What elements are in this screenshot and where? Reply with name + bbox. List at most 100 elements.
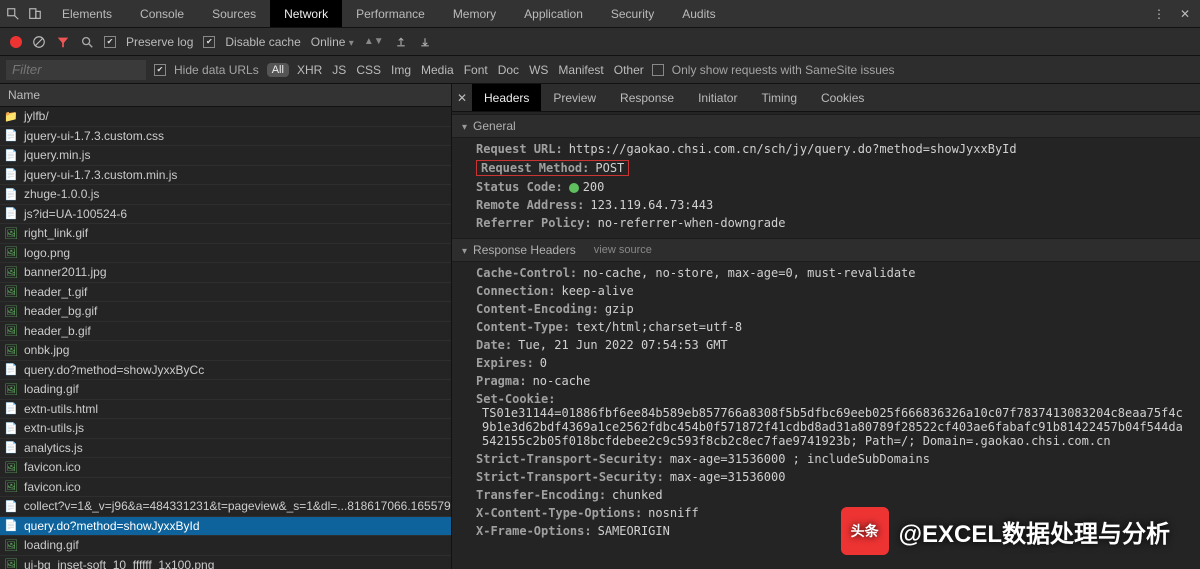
online-select[interactable]: Online ▾: [311, 35, 354, 49]
filter-type-font[interactable]: Font: [464, 63, 488, 77]
request-row[interactable]: 📄analytics.js: [0, 439, 451, 459]
file-type-icon: 🖼: [4, 246, 18, 260]
request-row[interactable]: 🖼logo.png: [0, 244, 451, 264]
request-row[interactable]: 🖼ui-bg_inset-soft_10_ffffff_1x100.png: [0, 556, 451, 569]
response-headers-header[interactable]: Response Headersview source: [452, 238, 1200, 262]
filter-type-ws[interactable]: WS: [529, 63, 548, 77]
request-name: onbk.jpg: [24, 343, 69, 357]
panel-tab-performance[interactable]: Performance: [342, 0, 439, 27]
header-value: chunked: [612, 488, 663, 502]
header-value: 0: [540, 356, 547, 370]
file-type-icon: 🖼: [4, 343, 18, 357]
file-type-icon: 🖼: [4, 480, 18, 494]
device-toggle-icon[interactable]: [28, 7, 42, 21]
panel-tab-memory[interactable]: Memory: [439, 0, 510, 27]
header-value: text/html;charset=utf-8: [576, 320, 742, 334]
panel-tab-audits[interactable]: Audits: [668, 0, 729, 27]
request-row[interactable]: 🖼header_b.gif: [0, 322, 451, 342]
detail-tab-initiator[interactable]: Initiator: [686, 84, 749, 111]
file-type-icon: 📄: [4, 441, 18, 455]
request-row[interactable]: 📄js?id=UA-100524-6: [0, 205, 451, 225]
kebab-menu-icon[interactable]: ⋮: [1152, 7, 1166, 21]
inspect-icon[interactable]: [6, 7, 20, 21]
request-row[interactable]: 📄jquery-ui-1.7.3.custom.min.js: [0, 166, 451, 186]
detail-tab-preview[interactable]: Preview: [541, 84, 608, 111]
panel-tab-application[interactable]: Application: [510, 0, 597, 27]
request-row[interactable]: 📁jylfb/: [0, 107, 451, 127]
hide-data-urls-checkbox[interactable]: [154, 64, 166, 76]
filter-type-xhr[interactable]: XHR: [297, 63, 322, 77]
detail-tab-timing[interactable]: Timing: [749, 84, 809, 111]
request-list[interactable]: 📁jylfb/📄jquery-ui-1.7.3.custom.css📄jquer…: [0, 107, 451, 569]
request-row[interactable]: 📄zhuge-1.0.0.js: [0, 185, 451, 205]
panel-tab-sources[interactable]: Sources: [198, 0, 270, 27]
header-row: Referrer Policy:no-referrer-when-downgra…: [452, 214, 1200, 232]
record-icon[interactable]: [10, 36, 22, 48]
filter-type-img[interactable]: Img: [391, 63, 411, 77]
panel-tab-console[interactable]: Console: [126, 0, 198, 27]
file-type-icon: 📄: [4, 168, 18, 182]
request-name: js?id=UA-100524-6: [24, 207, 127, 221]
search-icon[interactable]: [80, 35, 94, 49]
detail-pane: ✕ HeadersPreviewResponseInitiatorTimingC…: [452, 84, 1200, 569]
close-detail-icon[interactable]: ✕: [452, 91, 472, 105]
header-value: no-cache, no-store, max-age=0, must-reva…: [583, 266, 915, 280]
file-type-icon: 🖼: [4, 538, 18, 552]
header-row: Set-Cookie:TS01e31144=01886fbf6ee84b589e…: [452, 390, 1200, 450]
disable-cache-label: Disable cache: [225, 35, 300, 49]
request-row[interactable]: 🖼loading.gif: [0, 536, 451, 556]
preserve-log-checkbox[interactable]: [104, 36, 116, 48]
request-row[interactable]: 🖼header_bg.gif: [0, 302, 451, 322]
request-row[interactable]: 🖼favicon.ico: [0, 458, 451, 478]
request-row[interactable]: 📄extn-utils.js: [0, 419, 451, 439]
filter-icon[interactable]: [56, 35, 70, 49]
filter-all-pill[interactable]: All: [267, 63, 289, 77]
request-row[interactable]: 📄query.do?method=showJyxxByCc: [0, 361, 451, 381]
filter-type-css[interactable]: CSS: [356, 63, 381, 77]
disable-cache-checkbox[interactable]: [203, 36, 215, 48]
request-row[interactable]: 📄extn-utils.html: [0, 400, 451, 420]
request-row[interactable]: 🖼right_link.gif: [0, 224, 451, 244]
request-row[interactable]: 🖼 onbk.jpg: [0, 341, 451, 361]
request-row[interactable]: 🖼favicon.ico: [0, 478, 451, 498]
upload-icon[interactable]: [394, 35, 408, 49]
close-icon[interactable]: ✕: [1178, 7, 1192, 21]
filter-type-other[interactable]: Other: [614, 63, 644, 77]
samesite-checkbox[interactable]: [652, 64, 664, 76]
detail-tab-headers[interactable]: Headers: [472, 84, 541, 111]
request-row[interactable]: 📄jquery.min.js: [0, 146, 451, 166]
download-icon[interactable]: [418, 35, 432, 49]
header-value: TS01e31144=01886fbf6ee84b589eb857766a830…: [482, 406, 1188, 448]
throttle-arrows-icon[interactable]: ▲▼: [364, 36, 384, 47]
filter-type-manifest[interactable]: Manifest: [558, 63, 603, 77]
request-name: query.do?method=showJyxxByCc: [24, 363, 204, 377]
request-row[interactable]: 📄query.do?method=showJyxxById: [0, 517, 451, 537]
detail-tabs: ✕ HeadersPreviewResponseInitiatorTimingC…: [452, 84, 1200, 112]
filter-type-doc[interactable]: Doc: [498, 63, 519, 77]
file-type-icon: 🖼: [4, 324, 18, 338]
file-type-icon: 📄: [4, 519, 18, 533]
header-value: Tue, 21 Jun 2022 07:54:53 GMT: [518, 338, 728, 352]
request-row[interactable]: 📄jquery-ui-1.7.3.custom.css: [0, 127, 451, 147]
filter-input[interactable]: [6, 60, 146, 80]
request-row[interactable]: 🖼header_t.gif: [0, 283, 451, 303]
filter-type-media[interactable]: Media: [421, 63, 454, 77]
detail-tab-response[interactable]: Response: [608, 84, 686, 111]
request-row[interactable]: 📄collect?v=1&_v=j96&a=484331231&t=pagevi…: [0, 497, 451, 517]
request-row[interactable]: 🖼loading.gif: [0, 380, 451, 400]
request-row[interactable]: 🖼banner2011.jpg: [0, 263, 451, 283]
detail-tab-cookies[interactable]: Cookies: [809, 84, 876, 111]
panel-tab-security[interactable]: Security: [597, 0, 668, 27]
general-header[interactable]: General: [452, 114, 1200, 138]
panel-tab-elements[interactable]: Elements: [48, 0, 126, 27]
request-name: ui-bg_inset-soft_10_ffffff_1x100.png: [24, 558, 214, 569]
request-name: jquery-ui-1.7.3.custom.css: [24, 129, 164, 143]
panel-tab-network[interactable]: Network: [270, 0, 342, 27]
clear-icon[interactable]: [32, 35, 46, 49]
hide-data-urls-label: Hide data URLs: [174, 63, 259, 77]
view-source-link[interactable]: view source: [594, 244, 652, 256]
filter-type-js[interactable]: JS: [332, 63, 346, 77]
header-key: Expires:: [476, 356, 534, 370]
name-column-header[interactable]: Name: [0, 84, 451, 107]
header-row: Request Method:POST: [452, 158, 1200, 178]
